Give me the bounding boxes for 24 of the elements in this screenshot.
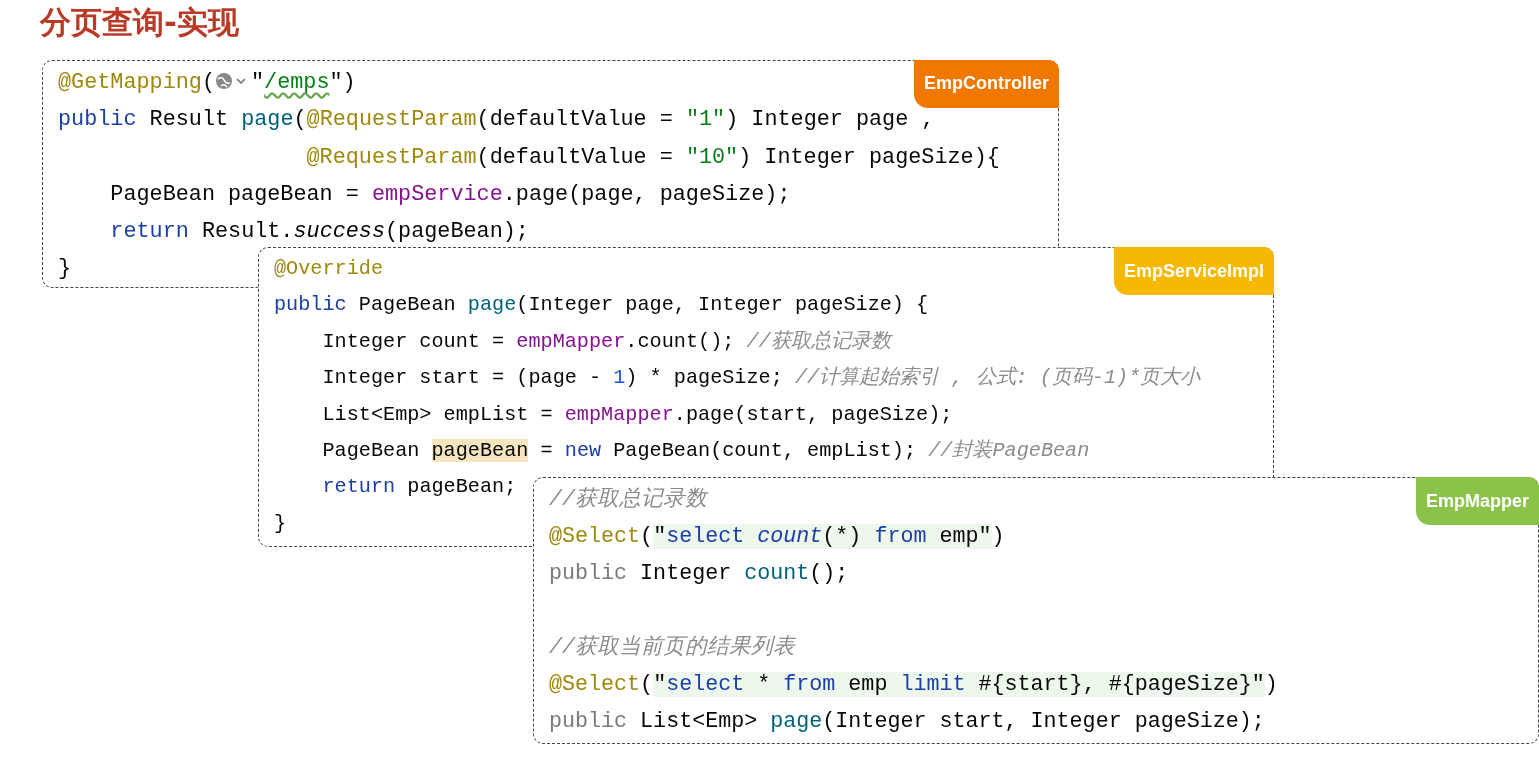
code-line: //获取当前页的结果列表 <box>549 634 796 662</box>
code-line: PageBean pageBean = new PageBean(count, empList); //封装PageBean <box>321 438 1090 465</box>
code-line: @GetMapping( "/emps") <box>58 69 356 97</box>
code-line: List<Emp> empList = empMapper.page(start, pageSize); <box>321 401 953 428</box>
code-line: public PageBean page(Integer page, Integer pageSize) { <box>274 292 929 319</box>
code-line: //获取总记录数 <box>549 486 708 514</box>
class-tag: EmpServiceImpl <box>1113 247 1274 295</box>
code-line: Integer count = empMapper.count(); //获取总记录数 <box>321 328 891 355</box>
slide-title: 分页查询-实现 <box>40 3 239 42</box>
class-tag: EmpController <box>914 60 1059 108</box>
code-line: public Result page(@RequestParam(defaultValue = "1") Integer page , <box>58 106 935 135</box>
class-tag: EmpMapper <box>1415 477 1539 525</box>
code-line: @Select("select count(*) from emp") <box>549 523 1005 551</box>
code-line: @RequestParam(defaultValue = "10") Integer pageSize){ <box>305 143 1000 172</box>
code-line: @Select("select * from emp limit #{start}, #{pageSize}") <box>549 671 1278 699</box>
code-line: Integer start = (page - 1) * pageSize; //计算起始索引 , 公式: (页码-1)*页大小 <box>321 365 1201 392</box>
code-line: return pageBean; <box>321 474 517 501</box>
code-line: } <box>274 510 287 537</box>
code-line: return Result.success(pageBean); <box>109 218 529 247</box>
code-line: public Integer count(); <box>549 560 849 588</box>
code-line: @Override <box>274 256 384 282</box>
code-line: } <box>58 255 72 284</box>
code-line: PageBean pageBean = empService.page(page, pageSize); <box>109 180 791 209</box>
code-line: public List<Emp> page(Integer start, Integer pageSize); <box>549 708 1265 736</box>
